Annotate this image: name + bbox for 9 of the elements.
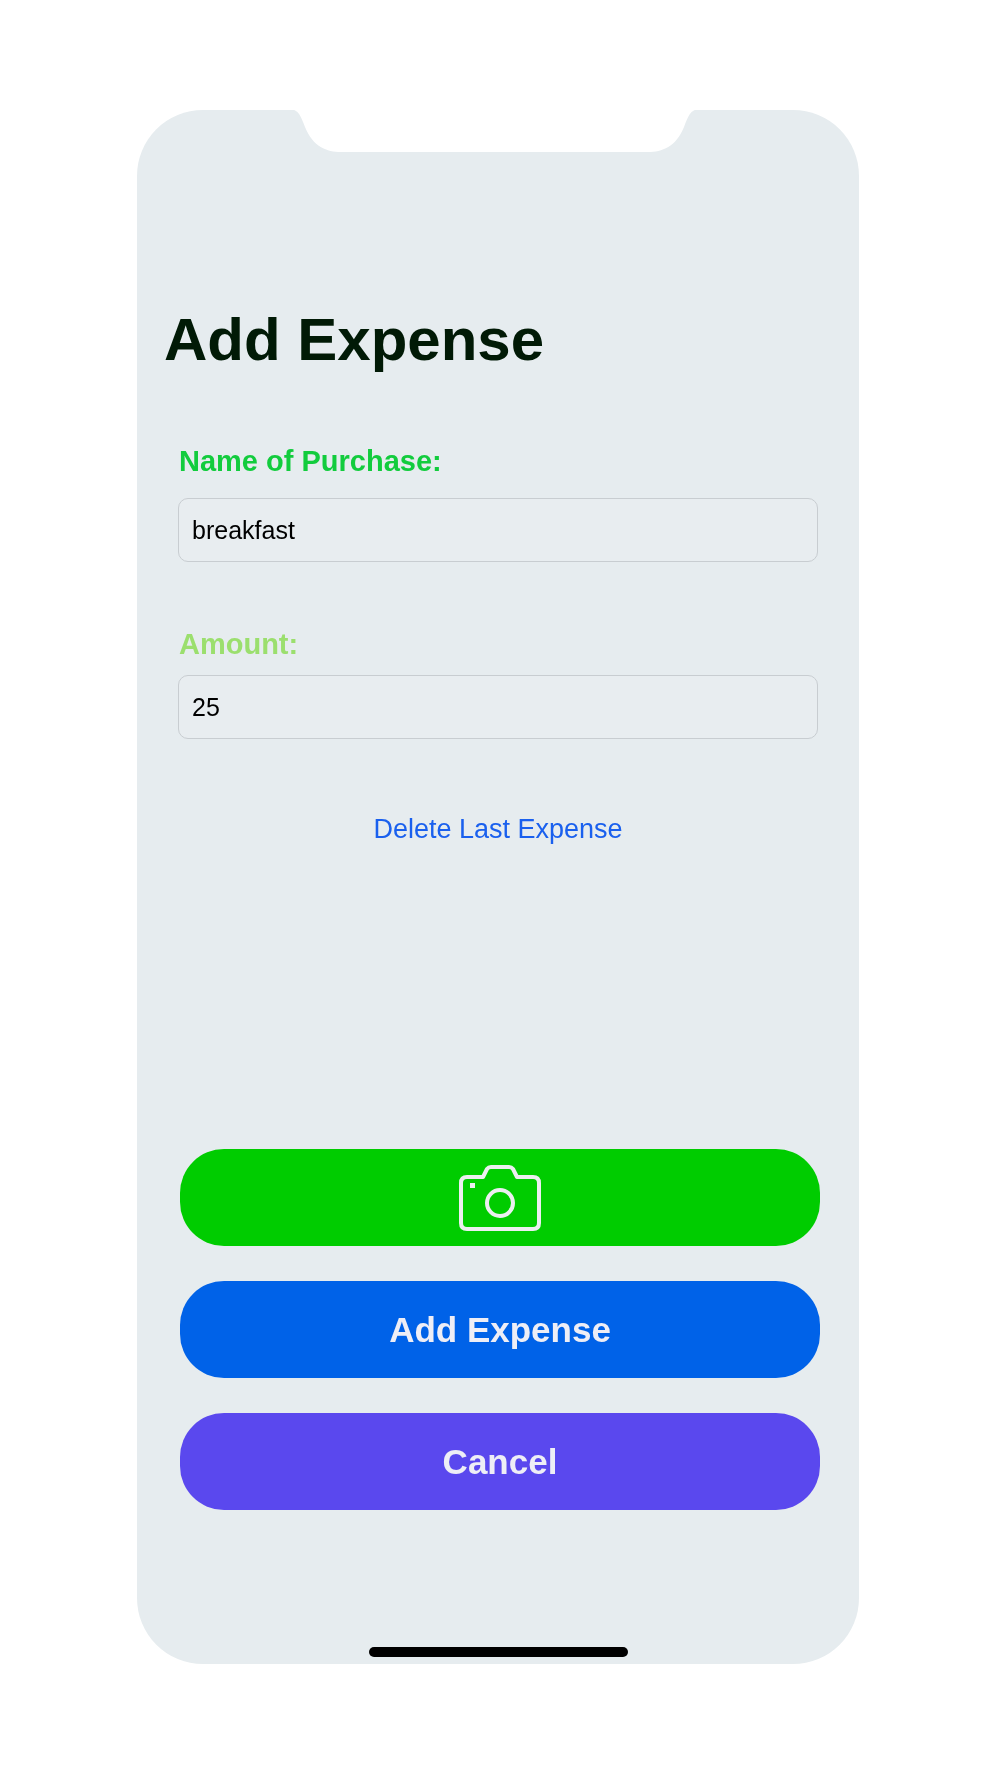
input-field[interactable]: breakfast (178, 498, 818, 562)
field-label: Amount: (179, 630, 299, 659)
action-button[interactable]: Add Expense (180, 1281, 820, 1378)
page-title: Add Expense (164, 310, 545, 370)
delete-link[interactable]: Delete Last Expense (373, 816, 623, 843)
action-button[interactable]: Cancel (180, 1413, 820, 1510)
field-label: Name of Purchase: (179, 447, 442, 476)
input-field[interactable]: 25 (178, 675, 818, 739)
camera-icon (459, 1164, 541, 1231)
